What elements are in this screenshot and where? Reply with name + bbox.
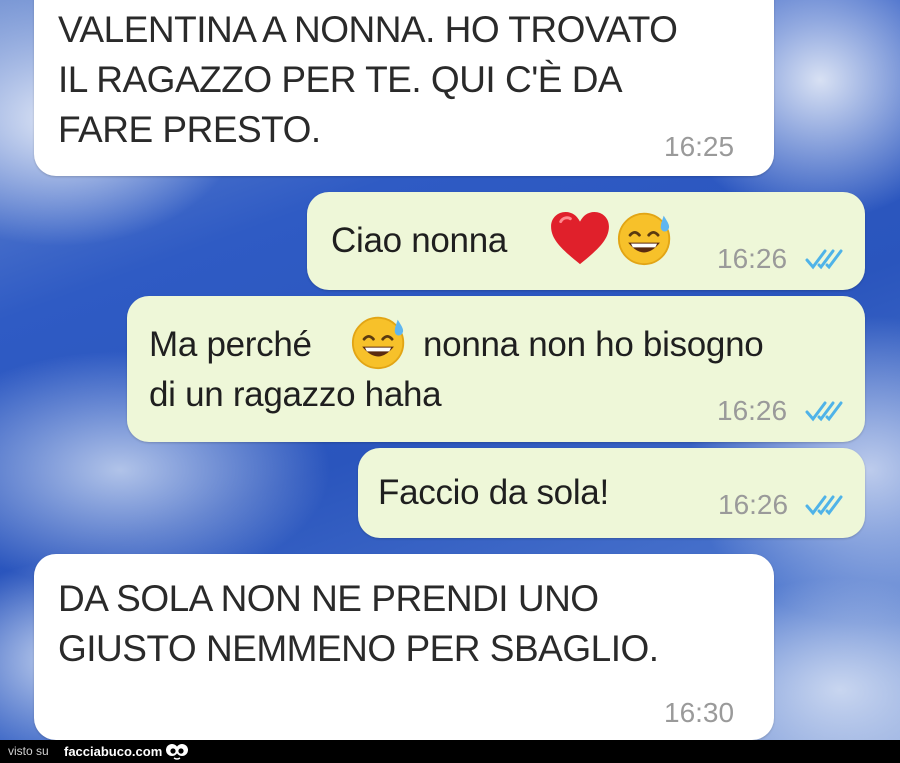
message-timestamp: 16:30: [664, 697, 735, 728]
message-text: nonna non ho bisogno: [423, 325, 764, 364]
heart-emoji: [551, 212, 609, 265]
watermark-footer: visto su facciabuco.com: [0, 740, 900, 763]
message-text-line: VALENTINA A NONNA. HO TROVATO: [58, 9, 678, 50]
message-timestamp: 16:26: [717, 395, 788, 426]
outgoing-message-bubble[interactable]: Ciao nonna 16:26: [307, 192, 865, 290]
message-text: Faccio da sola!: [378, 473, 609, 512]
message-text-line: DA SOLA NON NE PRENDI UNO: [58, 578, 599, 619]
incoming-message-bubble[interactable]: VALENTINA A NONNA. HO TROVATO IL RAGAZZO…: [34, 0, 774, 176]
message-text-line: FARE PRESTO.: [58, 109, 321, 150]
incoming-message-bubble[interactable]: DA SOLA NON NE PRENDI UNO GIUSTO NEMMENO…: [34, 554, 774, 740]
message-text-line: IL RAGAZZO PER TE. QUI C'È DA: [58, 59, 623, 100]
message-timestamp: 16:26: [718, 489, 789, 520]
outgoing-message-bubble[interactable]: Faccio da sola! 16:26: [358, 448, 865, 538]
watermark-prefix: visto su: [8, 744, 49, 758]
message-text: Ma perché: [149, 325, 312, 364]
message-timestamp: 16:26: [717, 243, 788, 274]
chat-wallpaper: VALENTINA A NONNA. HO TROVATO IL RAGAZZO…: [0, 0, 900, 740]
message-text: di un ragazzo haha: [149, 375, 442, 414]
read-receipt-icon: [805, 249, 843, 270]
outgoing-message-bubble[interactable]: Ma perché nonna non ho bisogno di un rag…: [127, 296, 865, 442]
sweat-smile-emoji: [617, 212, 671, 266]
eyes-logo-icon: [166, 744, 188, 760]
sweat-smile-emoji: [351, 316, 405, 370]
message-text-line: GIUSTO NEMMENO PER SBAGLIO.: [58, 628, 659, 669]
read-receipt-icon: [805, 495, 843, 516]
read-receipt-icon: [805, 401, 843, 422]
message-text: Ciao nonna: [331, 221, 508, 260]
watermark-site: facciabuco.com: [64, 744, 163, 759]
message-timestamp: 16:25: [664, 131, 735, 162]
